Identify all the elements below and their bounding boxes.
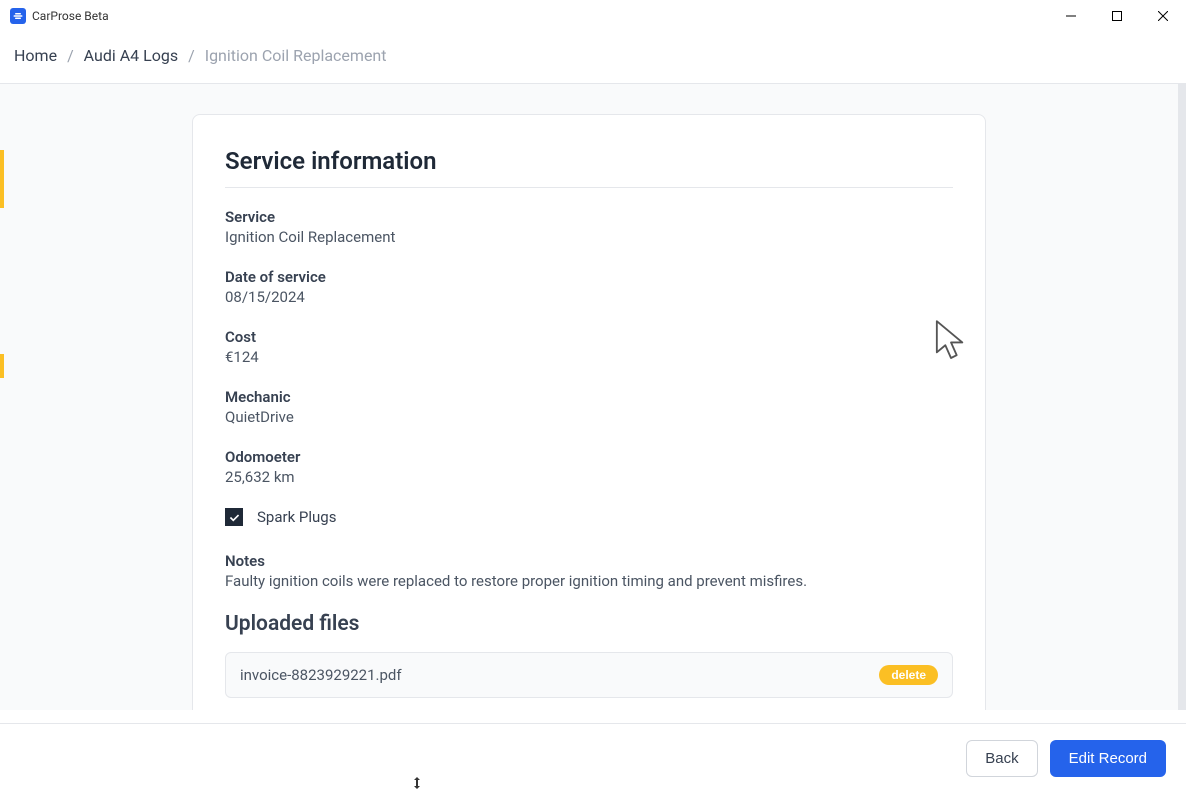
field-mechanic: Mechanic QuietDrive (225, 388, 953, 426)
window-controls (1048, 0, 1186, 32)
file-row: invoice-8823929221.pdf delete (225, 652, 953, 698)
breadcrumb-bar: Home / Audi A4 Logs / Ignition Coil Repl… (0, 32, 1186, 84)
service-info-card: Service information Service Ignition Coi… (192, 114, 986, 710)
breadcrumb-separator: / (67, 46, 74, 65)
checkbox-label: Spark Plugs (257, 508, 336, 526)
app-icon (10, 8, 26, 24)
close-button[interactable] (1140, 0, 1186, 32)
edit-record-button[interactable]: Edit Record (1050, 740, 1166, 777)
field-label: Cost (225, 328, 953, 346)
field-label: Service (225, 208, 953, 226)
breadcrumb-current: Ignition Coil Replacement (205, 46, 387, 65)
maximize-button[interactable] (1094, 0, 1140, 32)
titlebar: CarProse Beta (0, 0, 1186, 32)
field-date: Date of service 08/15/2024 (225, 268, 953, 306)
card-title: Service information (225, 147, 953, 188)
breadcrumb: Home / Audi A4 Logs / Ignition Coil Repl… (14, 46, 1172, 65)
highlight-bar (0, 150, 4, 208)
back-button[interactable]: Back (966, 740, 1037, 777)
content-area[interactable]: Service information Service Ignition Coi… (0, 84, 1186, 710)
highlight-bar (0, 354, 4, 378)
uploaded-files-title: Uploaded files (225, 612, 953, 636)
field-label: Mechanic (225, 388, 953, 406)
footer: Back Edit Record (0, 723, 1186, 793)
field-notes: Notes Faulty ignition coils were replace… (225, 552, 953, 590)
breadcrumb-separator: / (188, 46, 195, 65)
checkbox-icon (225, 508, 243, 526)
field-odometer: Odomoeter 25,632 km (225, 448, 953, 486)
breadcrumb-home[interactable]: Home (14, 46, 57, 65)
titlebar-left: CarProse Beta (10, 8, 109, 24)
delete-file-button[interactable]: delete (879, 665, 938, 685)
field-value: 08/15/2024 (225, 288, 953, 306)
breadcrumb-parent[interactable]: Audi A4 Logs (84, 46, 178, 65)
checkbox-spark-plugs[interactable]: Spark Plugs (225, 508, 953, 526)
field-service: Service Ignition Coil Replacement (225, 208, 953, 246)
field-value: €124 (225, 348, 953, 366)
field-label: Notes (225, 552, 953, 570)
field-label: Odomoeter (225, 448, 953, 466)
file-name[interactable]: invoice-8823929221.pdf (240, 666, 402, 684)
field-label: Date of service (225, 268, 953, 286)
field-value: QuietDrive (225, 408, 953, 426)
app-title: CarProse Beta (32, 9, 109, 23)
field-value: 25,632 km (225, 468, 953, 486)
field-value: Ignition Coil Replacement (225, 228, 953, 246)
field-value: Faulty ignition coils were replaced to r… (225, 572, 953, 590)
field-cost: Cost €124 (225, 328, 953, 366)
minimize-button[interactable] (1048, 0, 1094, 32)
